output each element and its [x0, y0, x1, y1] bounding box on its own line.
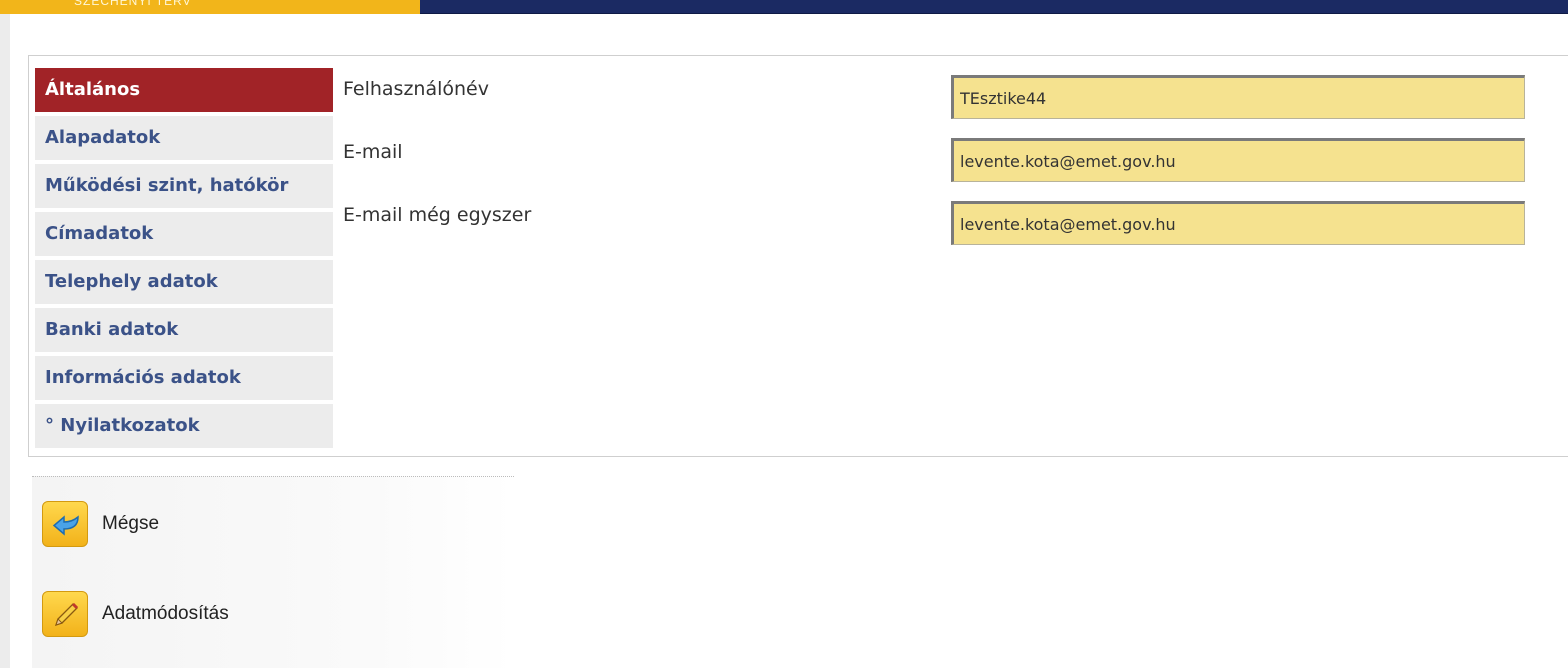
username-input[interactable]: [951, 75, 1525, 119]
sidebar-item-informacios-adatok[interactable]: Információs adatok: [35, 356, 333, 400]
settings-panel: Általános Alapadatok Működési szint, hat…: [28, 55, 1568, 457]
back-arrow-icon: [42, 501, 88, 547]
sidebar-item-alapadatok[interactable]: Alapadatok: [35, 116, 333, 160]
sidebar-item-mukodesi-szint[interactable]: Működési szint, hatókör: [35, 164, 333, 208]
edit-data-label: Adatmódosítás: [102, 603, 229, 624]
sidebar-item-nyilatkozatok[interactable]: ° Nyilatkozatok: [35, 404, 333, 448]
sidebar-item-telephely-adatok[interactable]: Telephely adatok: [35, 260, 333, 304]
edit-data-button[interactable]: Adatmódosítás: [42, 591, 502, 639]
header-bar: SZÉCHENYI TERV: [0, 0, 1568, 14]
email-confirm-input[interactable]: [951, 201, 1525, 245]
header-brand-strip: SZÉCHENYI TERV: [0, 0, 420, 14]
email-input[interactable]: [951, 138, 1525, 182]
email-confirm-label: E-mail még egyszer: [343, 204, 532, 226]
email-label: E-mail: [343, 141, 403, 163]
pencil-icon: [42, 591, 88, 637]
page-left-edge: [0, 0, 10, 668]
sidebar-nav: Általános Alapadatok Működési szint, hat…: [35, 68, 333, 452]
cancel-button[interactable]: Mégse: [42, 501, 502, 549]
sidebar-item-banki-adatok[interactable]: Banki adatok: [35, 308, 333, 352]
username-label: Felhasználónév: [343, 78, 489, 100]
sidebar-item-altalanos[interactable]: Általános: [35, 68, 333, 112]
cancel-label: Mégse: [102, 513, 160, 534]
sidebar-item-cimadatok[interactable]: Címadatok: [35, 212, 333, 256]
header-brand-text: SZÉCHENYI TERV: [74, 0, 192, 8]
action-panel: Mégse Adatmódosítás: [32, 476, 514, 668]
